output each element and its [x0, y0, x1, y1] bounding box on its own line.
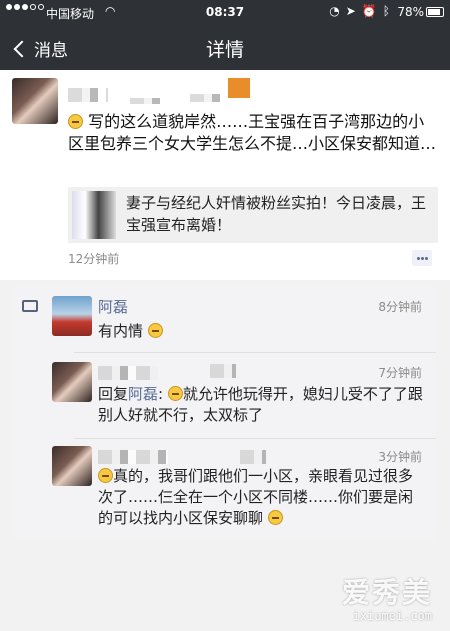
divider [74, 438, 436, 439]
emoji-icon [68, 114, 83, 129]
shared-link-card[interactable]: 妻子与经纪人奸情被粉丝实拍！今日凌晨，王宝强宣布离婚！ [68, 187, 438, 243]
more-actions-icon[interactable] [412, 250, 432, 266]
blurred-name [98, 450, 168, 464]
emoji-icon [167, 386, 183, 401]
location-icon: ➤ [345, 4, 356, 18]
comment-item[interactable]: 7分钟前 回复阿磊: 就允许他玩得开，媳妇儿受不了了跟别人好就不行，太双标了 [14, 360, 436, 438]
comment-item[interactable]: 3分钟前 真的，我哥们跟他们一小区，亲眼看见过很多次了……仨全在一个小区不同楼…… [14, 444, 436, 538]
watermark: 爱秀美 ixiumei.com [341, 576, 432, 623]
status-bar: 中国移动 ◠ 08:37 ◔ ➤ ⏰ ᛒ 78% [0, 0, 450, 24]
comment-item[interactable]: 阿磊 8分钟前 有内情 [14, 294, 436, 350]
blurred-name [190, 94, 220, 102]
comment-text: 回复阿磊: 就允许他玩得开，媳妇儿受不了了跟别人好就不行，太双标了 [98, 385, 423, 424]
post-timestamp: 12分钟前 [68, 252, 120, 266]
avatar[interactable] [52, 296, 92, 336]
commenter-name[interactable]: 阿磊 [98, 296, 128, 317]
comment-time: 7分钟前 [378, 366, 422, 380]
alarm-icon: ⏰ [361, 4, 377, 18]
bluetooth-icon: ᛒ [382, 4, 390, 18]
emoji-icon [147, 323, 163, 338]
nav-bar: 消息 详情 [0, 24, 450, 70]
post-text: 写的这么道貌岸然……王宝强在百子湾那边的小区里包养三个女大学生怎么不提…小区保安… [68, 112, 437, 153]
battery-icon [426, 7, 444, 17]
lock-rotation-icon: ◔ [329, 4, 340, 18]
emoji-icon [98, 468, 113, 483]
link-title: 妻子与经纪人奸情被粉丝实拍！今日凌晨，王宝强宣布离婚！ [126, 194, 427, 234]
blurred-name [68, 88, 108, 102]
blurred-name [210, 364, 236, 378]
link-thumbnail [72, 191, 116, 239]
avatar[interactable] [12, 78, 58, 124]
comment-time: 3分钟前 [378, 450, 422, 464]
battery-percent: 78% [397, 5, 424, 19]
comment-text: 有内情 [98, 321, 163, 342]
avatar[interactable] [52, 446, 92, 486]
comment-text: 真的，我哥们跟他们一小区，亲眼看见过很多次了……仨全在一个小区不同楼……你们要是… [98, 467, 414, 527]
reply-to-name[interactable]: 阿磊 [128, 385, 158, 403]
comment-time: 8分钟前 [378, 300, 422, 314]
comment-section: 阿磊 8分钟前 有内情 7分钟前 回复阿磊: 就允许他玩得开，媳妇儿受不了了跟别… [14, 286, 436, 540]
blurred-name [98, 366, 158, 380]
moment-post: 写的这么道貌岸然……王宝强在百子湾那边的小区里包养三个女大学生怎么不提…小区保安… [0, 70, 450, 280]
emoji-icon [267, 510, 283, 525]
avatar[interactable] [52, 362, 92, 402]
blurred-name [228, 78, 250, 98]
divider [74, 352, 436, 353]
blurred-name [130, 98, 160, 104]
page-title: 详情 [205, 39, 244, 61]
blurred-name [240, 450, 266, 464]
